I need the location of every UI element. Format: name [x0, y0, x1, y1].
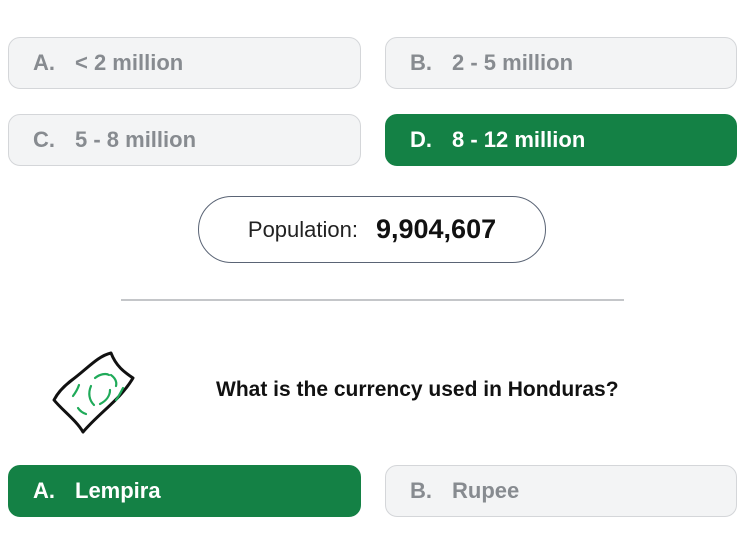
option-letter: B.	[410, 50, 432, 75]
currency-option-b[interactable]: B. Rupee	[385, 465, 737, 517]
currency-option-a[interactable]: A. Lempira	[8, 465, 361, 517]
option-text: Lempira	[75, 478, 161, 503]
option-letter: C.	[33, 127, 55, 152]
population-option-b[interactable]: B. 2 - 5 million	[385, 37, 737, 89]
option-letter: D.	[410, 127, 432, 152]
option-letter: B.	[410, 478, 432, 503]
section-divider	[121, 299, 624, 301]
population-option-a[interactable]: A. < 2 million	[8, 37, 361, 89]
option-letter: A.	[33, 478, 55, 503]
population-option-c[interactable]: C. 5 - 8 million	[8, 114, 361, 166]
population-option-d[interactable]: D. 8 - 12 million	[385, 114, 737, 166]
option-text: 8 - 12 million	[452, 127, 586, 152]
option-text: < 2 million	[75, 50, 184, 75]
banknote-icon	[48, 348, 140, 436]
option-text: 5 - 8 million	[75, 127, 197, 152]
population-label: Population:	[247, 216, 358, 242]
population-result: Population: 9,904,607	[198, 196, 546, 263]
option-text: Rupee	[452, 478, 520, 503]
option-letter: A.	[33, 50, 55, 75]
option-text: 2 - 5 million	[452, 50, 574, 75]
population-value: 9,904,607	[375, 214, 497, 244]
currency-question-text: What is the currency used in Honduras?	[216, 378, 619, 401]
